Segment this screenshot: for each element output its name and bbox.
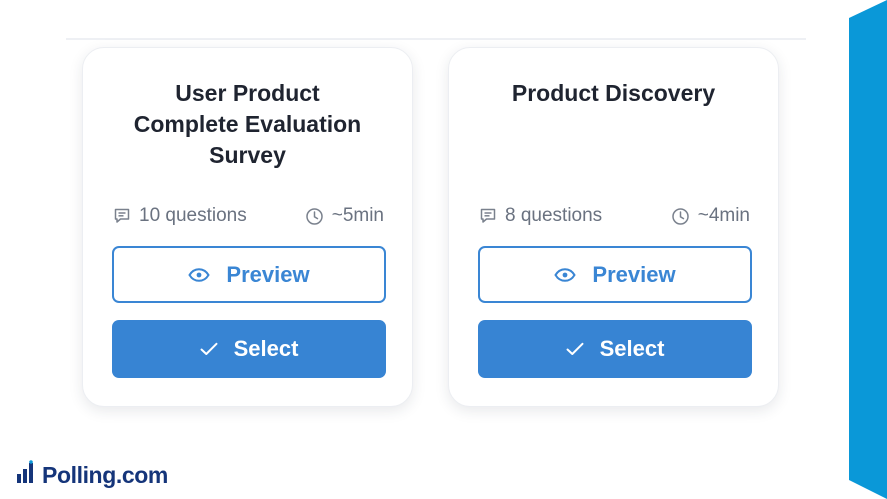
clock-icon bbox=[671, 207, 690, 226]
chat-bubble-icon bbox=[479, 207, 497, 225]
survey-card: Product Discovery 8 questions ~4min Prev… bbox=[448, 47, 779, 407]
question-count: 10 questions bbox=[113, 205, 247, 227]
select-button-label: Select bbox=[599, 336, 665, 361]
eye-icon bbox=[554, 267, 577, 282]
top-divider bbox=[66, 38, 806, 40]
duration-label: ~5min bbox=[331, 205, 384, 226]
card-title-line: Survey bbox=[209, 142, 286, 168]
survey-card: User Product Complete Evaluation Survey … bbox=[82, 47, 413, 407]
card-meta: 8 questions ~4min bbox=[479, 203, 750, 229]
card-meta: 10 questions ~5min bbox=[113, 203, 384, 229]
duration: ~5min bbox=[305, 205, 384, 227]
select-button[interactable]: Select bbox=[112, 320, 386, 378]
preview-button-label: Preview bbox=[226, 261, 310, 287]
side-ribbon bbox=[849, 0, 887, 499]
preview-button-label: Preview bbox=[592, 261, 676, 287]
preview-button[interactable]: Preview bbox=[478, 246, 752, 303]
duration: ~4min bbox=[671, 205, 750, 227]
chat-bubble-icon bbox=[113, 207, 131, 225]
duration-label: ~4min bbox=[697, 205, 750, 226]
select-button-label: Select bbox=[233, 336, 299, 361]
brand-logo: Polling.com bbox=[16, 460, 168, 490]
eye-icon bbox=[188, 267, 211, 282]
question-count: 8 questions bbox=[479, 205, 602, 227]
card-title: User Product Complete Evaluation Survey bbox=[103, 78, 392, 171]
card-title: Product Discovery bbox=[469, 78, 758, 109]
check-icon bbox=[566, 342, 584, 356]
check-icon bbox=[200, 342, 218, 356]
card-title-line: Complete Evaluation bbox=[133, 111, 362, 137]
question-count-label: 10 questions bbox=[139, 205, 247, 226]
card-title-line: User Product bbox=[175, 80, 320, 106]
bar-chart-logo-icon bbox=[16, 460, 36, 490]
card-title-line: Product Discovery bbox=[511, 80, 716, 106]
preview-button[interactable]: Preview bbox=[112, 246, 386, 303]
clock-icon bbox=[305, 207, 324, 226]
select-button[interactable]: Select bbox=[478, 320, 752, 378]
question-count-label: 8 questions bbox=[505, 205, 603, 226]
brand-name: Polling.com bbox=[42, 461, 168, 488]
